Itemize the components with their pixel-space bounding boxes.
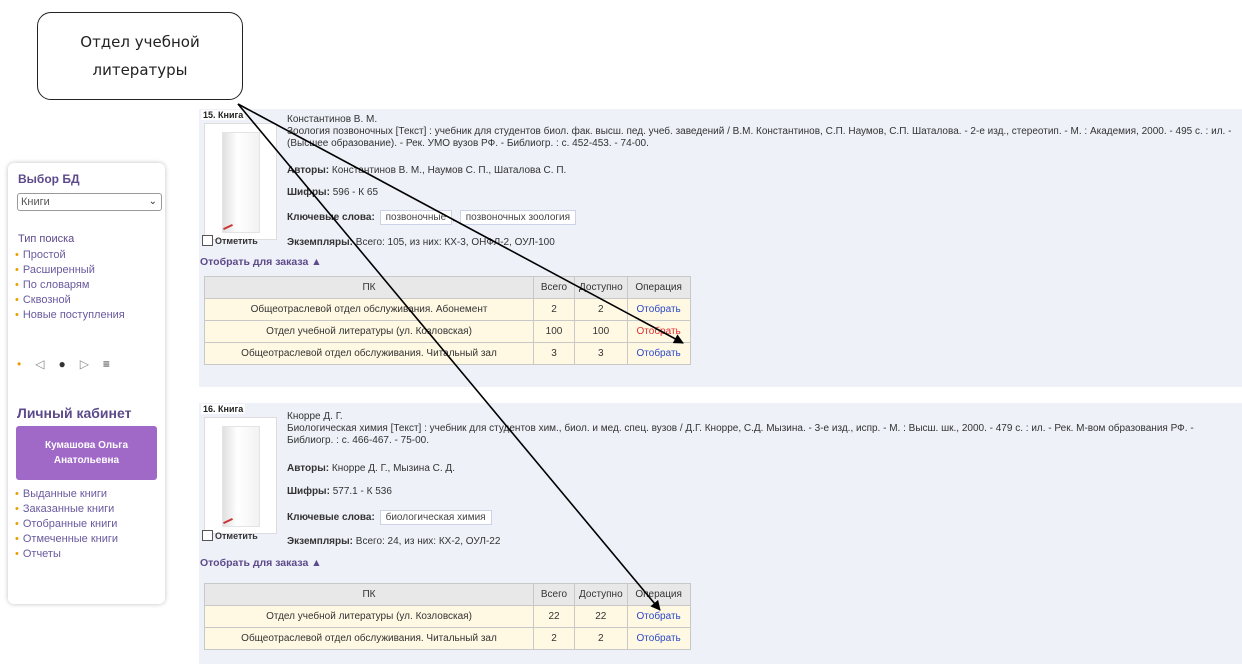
cabinet-item-marked[interactable]: • Отмеченные книги xyxy=(15,532,118,547)
search-type-title: Тип поиска xyxy=(18,233,75,245)
cabinet-item-issued[interactable]: • Выданные книги xyxy=(15,487,118,502)
db-title: Выбор БД xyxy=(18,172,80,186)
record-codes: Шифры: 596 - К 65 xyxy=(287,187,379,198)
record-author: Константинов В. М. xyxy=(287,114,378,125)
select-link[interactable]: Отобрать xyxy=(637,304,681,315)
select-link[interactable]: Отобрать xyxy=(637,633,681,644)
holdings-table: ПК Всего Доступно Операция Отдел учебной… xyxy=(204,583,691,650)
record-15: 15. Книга Отметить Константинов В. М. Зо… xyxy=(199,109,1242,387)
mark-checkbox[interactable]: Отметить xyxy=(202,235,258,246)
table-row: Общеотраслевой отдел обслуживания. Читал… xyxy=(204,627,691,650)
table-row: Отдел учебной литературы (ул. Козловская… xyxy=(204,320,691,343)
cabinet-title: Личный кабинет xyxy=(17,405,132,421)
col-header-available: Доступно xyxy=(574,276,628,299)
select-link[interactable]: Отобрать xyxy=(637,348,681,359)
sidebar-pager: •◁●▷≡ xyxy=(17,357,124,371)
book-cover-image xyxy=(204,417,277,534)
record-bibliography: Зоология позвоночных [Текст] : учебник д… xyxy=(287,126,1232,149)
search-type-extended[interactable]: • Расширенный xyxy=(15,263,125,278)
select-link-highlighted[interactable]: Отобрать xyxy=(637,326,681,337)
col-header-operation: Операция xyxy=(626,583,691,606)
record-number: 15. Книга xyxy=(201,110,246,120)
record-description: Константинов В. М. Зоология позвоночных … xyxy=(287,114,1237,150)
next-icon[interactable]: ▷ xyxy=(80,357,103,371)
pager-bullet: • xyxy=(17,357,36,371)
record-authors: Авторы: Константинов В. М., Наумов С. П.… xyxy=(287,165,567,176)
chevron-down-icon: ⌄ xyxy=(148,196,157,207)
table-row: Общеотраслевой отдел обслуживания. Абоне… xyxy=(204,298,691,321)
sidebar: Выбор БД Книги ⌄ Тип поиска • Простой • Ра… xyxy=(8,163,165,604)
search-type-list: • Простой • Расширенный • По словарям • Скво… xyxy=(15,248,125,323)
callout-box: Отдел учебной литературы xyxy=(37,12,243,100)
col-header-total: Всего xyxy=(533,583,575,606)
table-row: Общеотраслевой отдел обслуживания. Читал… xyxy=(204,342,691,365)
record-bibliography: Биологическая химия [Текст] : учебник дл… xyxy=(287,423,1194,446)
search-type-crosscut[interactable]: • Сквозной xyxy=(15,293,125,308)
order-toggle-link[interactable]: Отобрать для заказа ▲ xyxy=(200,557,322,569)
db-select[interactable]: Книги ⌄ xyxy=(17,193,162,211)
cabinet-item-reports[interactable]: • Отчеты xyxy=(15,547,118,562)
book-cover-image xyxy=(204,123,277,240)
col-header-pk: ПК xyxy=(204,583,534,606)
col-header-available: Доступно xyxy=(574,583,628,606)
record-author: Кнорре Д. Г. xyxy=(287,411,343,422)
cabinet-item-selected[interactable]: • Отобранные книги xyxy=(15,517,118,532)
cabinet-list: • Выданные книги • Заказанные книги • Отобр… xyxy=(15,487,118,562)
search-type-new-arrivals[interactable]: • Новые поступления xyxy=(15,308,125,323)
col-header-total: Всего xyxy=(533,276,575,299)
record-keywords: Ключевые слова: биологическая химия xyxy=(287,510,492,525)
user-button[interactable]: Кумашова Ольга Анатольевна xyxy=(16,426,157,480)
keyword-tag[interactable]: позвоночных зоология xyxy=(459,210,577,225)
col-header-pk: ПК xyxy=(204,276,534,299)
order-toggle-link[interactable]: Отобрать для заказа ▲ xyxy=(200,256,322,268)
current-dot-icon: ● xyxy=(58,357,80,371)
select-link[interactable]: Отобрать xyxy=(637,611,681,622)
callout-text: Отдел учебной литературы xyxy=(80,33,200,79)
search-type-dictionary[interactable]: • По словарям xyxy=(15,278,125,293)
mark-checkbox[interactable]: Отметить xyxy=(202,530,258,541)
prev-icon[interactable]: ◁ xyxy=(35,357,58,371)
record-16: 16. Книга Отметить Кнорре Д. Г. Биологич… xyxy=(199,403,1242,664)
db-select-value: Книги xyxy=(21,196,50,208)
col-header-operation: Операция xyxy=(626,276,691,299)
holdings-table: ПК Всего Доступно Операция Общеотраслево… xyxy=(204,276,691,365)
record-number: 16. Книга xyxy=(201,404,246,414)
table-row: Отдел учебной литературы (ул. Козловская… xyxy=(204,605,691,628)
record-codes: Шифры: 577.1 - К 536 xyxy=(287,486,392,497)
record-copies: Экземпляры: Всего: 105, из них: КХ-3, ОН… xyxy=(287,237,555,248)
record-copies: Экземпляры: Всего: 24, из них: КХ-2, ОУЛ… xyxy=(287,536,501,547)
cabinet-item-ordered[interactable]: • Заказанные книги xyxy=(15,502,118,517)
record-description: Кнорре Д. Г. Биологическая химия [Текст]… xyxy=(287,411,1237,447)
user-name: Кумашова Ольга Анатольевна xyxy=(44,440,129,466)
keyword-tag[interactable]: позвоночные xyxy=(379,210,453,225)
menu-icon[interactable]: ≡ xyxy=(103,357,124,371)
record-authors: Авторы: Кнорре Д. Г., Мызина С. Д. xyxy=(287,463,455,474)
record-keywords: Ключевые слова: позвоночные, позвоночных… xyxy=(287,210,577,225)
search-type-simple[interactable]: • Простой xyxy=(15,248,125,263)
keyword-tag[interactable]: биологическая химия xyxy=(379,510,492,525)
